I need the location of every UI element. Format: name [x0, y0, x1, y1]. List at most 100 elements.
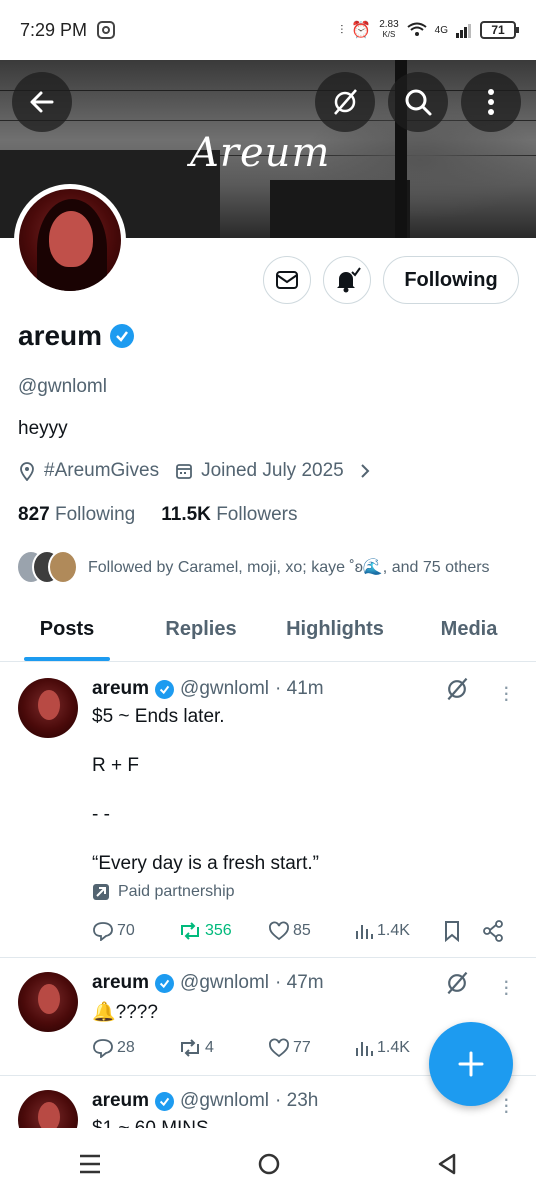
- net-speed: 2.83: [379, 19, 399, 30]
- followed-by-row[interactable]: Followed by Caramel, moji, xo; kaye ˚ʚ🌊,…: [16, 550, 490, 584]
- signal-icon: [456, 24, 471, 38]
- following-count: 827: [18, 504, 50, 525]
- profile-name-row: areum: [18, 320, 135, 352]
- status-time: 7:29 PM: [20, 19, 88, 40]
- repost-button[interactable]: 4: [178, 1038, 268, 1058]
- post-more-icon[interactable]: · · ·: [503, 970, 510, 1004]
- post-time: · 41m: [275, 678, 324, 699]
- post-author-handle: @gwnloml: [180, 972, 270, 993]
- reply-button[interactable]: 28: [92, 1038, 178, 1058]
- views-chart-icon: [356, 925, 373, 939]
- battery-icon: 71: [480, 21, 519, 39]
- post-text-line: R + F: [92, 755, 139, 776]
- tab-highlights[interactable]: Highlights: [268, 600, 402, 661]
- arrow-left-icon: [30, 91, 54, 113]
- message-button[interactable]: [263, 256, 311, 304]
- chevron-right-icon[interactable]: [358, 462, 372, 480]
- repost-count: 4: [205, 1039, 214, 1056]
- reply-button[interactable]: 70: [92, 921, 178, 941]
- banner-brand-text: Areum: [190, 130, 331, 176]
- profile-tabs: Posts Replies Highlights Media: [0, 600, 536, 662]
- home-icon[interactable]: [257, 1152, 281, 1176]
- verified-badge-icon: [155, 679, 175, 699]
- back-button[interactable]: [12, 72, 72, 132]
- following-count-label: Following: [54, 504, 136, 525]
- grok-icon[interactable]: [444, 970, 470, 996]
- post-author-handle: @gwnloml: [180, 678, 270, 699]
- follow-counts: 827 Following 11.5K Followers: [18, 504, 298, 526]
- post-more-icon[interactable]: · · ·: [503, 1088, 510, 1122]
- paid-partnership-text: Paid partnership: [118, 883, 235, 900]
- share-icon[interactable]: [482, 920, 504, 942]
- views-chart-icon: [356, 1042, 373, 1056]
- network-type: 4G: [434, 24, 448, 36]
- grok-button[interactable]: [315, 72, 375, 132]
- notifications-button[interactable]: [323, 256, 371, 304]
- repost-icon: [181, 1039, 199, 1057]
- search-button[interactable]: [388, 72, 448, 132]
- followers-count: 11.5K: [161, 504, 211, 525]
- post-avatar[interactable]: [18, 972, 78, 1032]
- post-text-line: $5 ~ Ends later.: [92, 706, 225, 727]
- post-author-name: areum: [92, 678, 150, 699]
- profile-location[interactable]: #AreumGives: [44, 460, 159, 482]
- verified-badge-icon: [155, 973, 175, 993]
- heart-icon: [269, 921, 289, 941]
- post-text-line: 🔔????: [92, 1002, 158, 1023]
- post-more-icon[interactable]: · · ·: [503, 676, 510, 710]
- grok-icon[interactable]: [444, 676, 470, 702]
- recents-icon[interactable]: [78, 1153, 102, 1175]
- reply-count: 70: [117, 922, 135, 939]
- post-text-line: $1 ~ 60 MINS: [92, 1118, 209, 1128]
- instagram-icon: [97, 21, 116, 39]
- follower-avatar: [48, 550, 78, 584]
- more-vertical-icon: [488, 89, 494, 115]
- post-text-line: - -: [92, 804, 110, 825]
- bookmark-icon[interactable]: [442, 920, 462, 942]
- more-options-button[interactable]: [461, 72, 521, 132]
- reply-icon: [93, 1039, 113, 1058]
- following-count-link[interactable]: 827 Following: [18, 504, 135, 526]
- verified-badge-icon: [155, 1091, 175, 1111]
- tab-posts[interactable]: Posts: [0, 600, 134, 661]
- wifi-icon: [407, 22, 427, 36]
- profile-handle: @gwnloml: [18, 376, 107, 397]
- reply-icon: [93, 922, 113, 941]
- post-text-line: “Every day is a fresh start.”: [92, 853, 320, 874]
- system-nav-bar: [0, 1128, 536, 1200]
- followers-count-link[interactable]: 11.5K Followers: [161, 504, 297, 526]
- profile-bio: heyyy: [18, 418, 68, 439]
- location-pin-icon: [20, 462, 34, 481]
- tab-replies[interactable]: Replies: [134, 600, 268, 661]
- grok-icon: [334, 89, 357, 115]
- compose-post-button[interactable]: [429, 1022, 513, 1106]
- post-avatar[interactable]: [18, 678, 78, 738]
- like-button[interactable]: 85: [268, 921, 354, 941]
- followed-by-text: Followed by Caramel, moji, xo; kaye ˚ʚ🌊,…: [88, 559, 490, 576]
- following-button[interactable]: Following: [383, 256, 519, 304]
- like-button[interactable]: 77: [268, 1038, 354, 1058]
- paid-partnership-icon: [93, 884, 109, 900]
- followers-count-label: Followers: [216, 504, 298, 525]
- post-time: · 47m: [275, 972, 324, 993]
- views-button[interactable]: 1.4K: [354, 921, 442, 941]
- back-nav-icon[interactable]: [436, 1152, 458, 1176]
- post-author-name: areum: [92, 1090, 150, 1111]
- net-speed-unit: K/S: [382, 30, 396, 39]
- repost-button[interactable]: 356: [178, 921, 268, 941]
- plus-icon: [458, 1051, 484, 1077]
- heart-icon: [269, 1038, 289, 1058]
- view-count: 1.4K: [377, 1039, 410, 1056]
- post-time: · 23h: [275, 1090, 319, 1111]
- profile-avatar[interactable]: [14, 184, 126, 296]
- like-count: 77: [293, 1039, 311, 1056]
- reply-count: 28: [117, 1039, 135, 1056]
- post-item[interactable]: areum @gwnloml · 41m · · · $5 ~ Ends later…: [0, 662, 536, 958]
- envelope-icon: [276, 271, 298, 289]
- calendar-icon: [176, 464, 193, 479]
- paid-partnership-row: Paid partnership: [92, 883, 235, 901]
- verified-badge-icon: [110, 324, 135, 348]
- tab-media[interactable]: Media: [402, 600, 536, 661]
- view-count: 1.4K: [377, 922, 410, 939]
- post-avatar[interactable]: [18, 1090, 78, 1128]
